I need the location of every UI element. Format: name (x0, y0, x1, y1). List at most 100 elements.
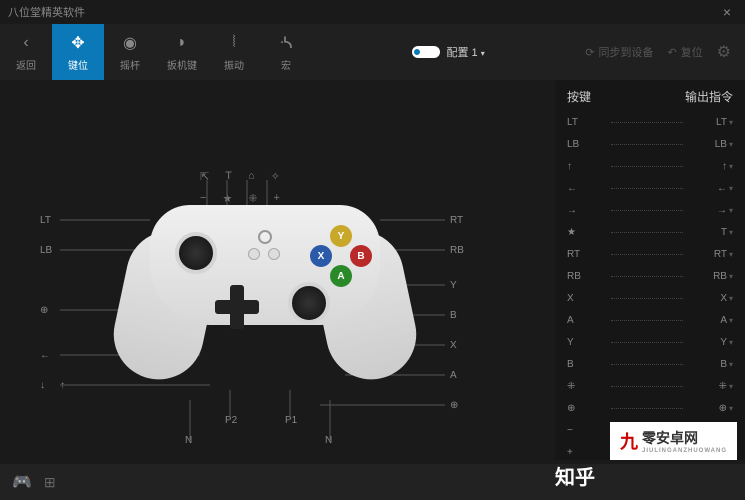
undo-icon: ↶ (667, 46, 676, 59)
reset-button[interactable]: ↶ 复位 (667, 44, 702, 60)
tab-vibration[interactable]: ⦚ 振动 (208, 24, 260, 80)
map-key: − (567, 425, 605, 436)
chevron-down-icon: ▾ (729, 206, 733, 215)
map-value: ↑ (689, 161, 727, 172)
mapping-row[interactable]: ★ T▾ (567, 221, 733, 243)
macro-icon: ᔀ (280, 33, 293, 53)
sync-icon: ⟳ (585, 46, 594, 59)
face-b: B (350, 245, 372, 267)
map-key: → (567, 205, 605, 216)
mapping-row[interactable]: RTRT▾ (567, 243, 733, 265)
map-key: ← (567, 183, 605, 194)
mapping-row[interactable]: LBLB▾ (567, 133, 733, 155)
mapping-row[interactable]: ←←▾ (567, 177, 733, 199)
face-y: Y (330, 225, 352, 247)
menu-button (268, 248, 280, 260)
map-value: RB (689, 271, 727, 282)
tab-stick[interactable]: ◉ 摇杆 (104, 24, 156, 80)
mapping-row[interactable]: LTLT▾ (567, 111, 733, 133)
trigger-icon: ◗ (177, 33, 187, 53)
sync-button[interactable]: ⟳ 同步到设备 (585, 44, 653, 60)
map-key: + (567, 447, 605, 458)
map-key: Y (567, 337, 605, 348)
map-key: RB (567, 271, 605, 282)
statusbar: 🎮 ⊞ (0, 464, 745, 500)
watermark-zhihu: 知乎 (555, 461, 595, 490)
chevron-down-icon: ▾ (729, 250, 733, 259)
right-stick (288, 282, 330, 324)
map-key: B (567, 359, 605, 370)
back-button[interactable]: ‹ 返回 (0, 24, 52, 80)
chevron-down-icon: ▾ (729, 184, 733, 193)
tab-trigger[interactable]: ◗ 扳机键 (156, 24, 208, 80)
chevron-left-icon: ‹ (23, 33, 28, 53)
mapping-row[interactable]: ⁜⁜▾ (567, 375, 733, 397)
map-key: X (567, 293, 605, 304)
chevron-down-icon: ▾ (729, 382, 733, 391)
map-key: RT (567, 249, 605, 260)
mapping-list: LTLT▾LBLB▾↑↑▾←←▾→→▾★T▾RTRT▾RBRB▾XX▾AA▾YY… (567, 111, 733, 460)
mapping-row[interactable]: XX▾ (567, 287, 733, 309)
map-key: ⁜ (567, 381, 605, 392)
map-value: B (689, 359, 727, 370)
watermark-site: 九 零安卓网 JIULINGANZHUOWANG (610, 422, 737, 460)
label-down: ↓ (40, 380, 45, 391)
label-rt: RT (450, 215, 463, 226)
tab-keys[interactable]: ✥ 键位 (52, 24, 104, 80)
map-value: RT (689, 249, 727, 260)
chevron-down-icon: ▾ (729, 228, 733, 237)
windows-icon[interactable]: ⊞ (44, 474, 56, 491)
joystick-icon: ◉ (123, 33, 137, 53)
mapping-row[interactable]: YY▾ (567, 331, 733, 353)
mapping-row[interactable]: AA▾ (567, 309, 733, 331)
map-key: ⊕ (567, 403, 605, 414)
left-stick (175, 232, 217, 274)
label-p2: P2 (225, 415, 237, 426)
label-n1: N (185, 435, 192, 446)
vibration-icon: ⦚ (232, 33, 235, 53)
mapping-row[interactable]: BB▾ (567, 353, 733, 375)
dpad (215, 285, 259, 329)
profile-dropdown[interactable]: 配置 1 ▾ (446, 44, 484, 60)
app-title: 八位堂精英软件 (8, 4, 85, 20)
label-rstick: ⊕ (450, 400, 458, 411)
chevron-down-icon: ▾ (729, 118, 733, 127)
map-value: A (689, 315, 727, 326)
label-lb: LB (40, 245, 52, 256)
mapping-row[interactable]: →→▾ (567, 199, 733, 221)
controller-icon[interactable]: 🎮 (12, 472, 32, 492)
view-button (248, 248, 260, 260)
label-lstick: ⊕ (40, 305, 48, 316)
mapping-row[interactable]: ↑↑▾ (567, 155, 733, 177)
face-x: X (310, 245, 332, 267)
titlebar: 八位堂精英软件 × (0, 0, 745, 24)
map-value: LB (689, 139, 727, 150)
label-a: A (450, 370, 457, 381)
map-key: LT (567, 117, 605, 128)
col-header-key: 按键 (567, 88, 591, 105)
map-value: X (689, 293, 727, 304)
label-left: ← (40, 350, 50, 361)
chevron-down-icon: ▾ (729, 294, 733, 303)
close-icon[interactable]: × (717, 4, 737, 20)
chevron-down-icon: ▾ (481, 49, 485, 58)
map-value: T (689, 227, 727, 238)
label-p1: P1 (285, 415, 297, 426)
tab-macro[interactable]: ᔀ 宏 (260, 24, 312, 80)
label-x: X (450, 340, 457, 351)
chevron-down-icon: ▾ (729, 404, 733, 413)
toolbar: ‹ 返回 ✥ 键位 ◉ 摇杆 ◗ 扳机键 ⦚ 振动 ᔀ 宏 配置 1 ▾ ⟳ 同… (0, 24, 745, 80)
mapping-row[interactable]: ⊕⊕▾ (567, 397, 733, 419)
chevron-down-icon: ▾ (729, 316, 733, 325)
map-key: LB (567, 139, 605, 150)
top-icon-row: ⇱ T ⌂ ✧ (200, 170, 280, 183)
col-header-output: 输出指令 (685, 88, 733, 105)
map-value: LT (689, 117, 727, 128)
mapping-row[interactable]: RBRB▾ (567, 265, 733, 287)
gear-icon[interactable]: ⚙ (717, 42, 731, 62)
map-key: ★ (567, 227, 605, 238)
face-a: A (330, 265, 352, 287)
map-value: ⊕ (689, 403, 727, 414)
chevron-down-icon: ▾ (729, 272, 733, 281)
chevron-down-icon: ▾ (729, 338, 733, 347)
